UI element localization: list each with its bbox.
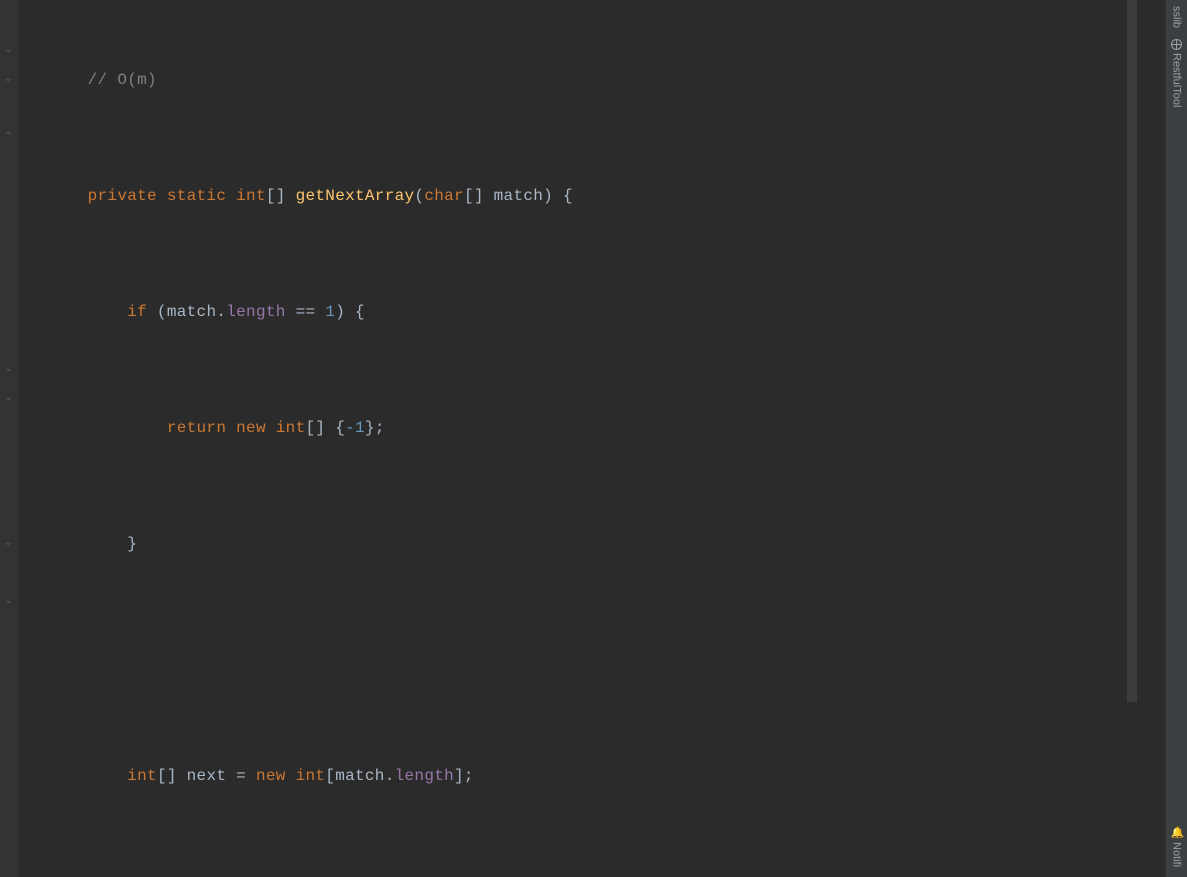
text: [match. xyxy=(325,767,394,785)
fold-marker[interactable]: ⌃ xyxy=(4,133,14,143)
text: (match. xyxy=(147,303,226,321)
semi: ]; xyxy=(454,767,474,785)
editor-wrap: ⌄ ⌄ ⌃ ⌄ ⌄ ⌄ ⌄ // O(m) private static int… xyxy=(0,0,1187,877)
code-line: // O(m) xyxy=(20,66,1165,95)
comment: // O(m) xyxy=(88,71,157,89)
fold-marker[interactable]: ⌄ xyxy=(4,365,14,375)
scrollbar-track[interactable] xyxy=(1125,0,1137,877)
field-length: length xyxy=(395,767,454,785)
brackets: [] { xyxy=(306,419,346,437)
field-length: length xyxy=(226,303,285,321)
tool-label-text: sslib xyxy=(1171,6,1183,28)
keyword-if: if xyxy=(127,303,147,321)
code-line: return new int[] {-1}; xyxy=(20,414,1165,443)
semi: }; xyxy=(365,419,385,437)
code-line-blank xyxy=(20,646,1165,675)
paren: ( xyxy=(414,187,424,205)
tool-label-text: RestfulTool xyxy=(1171,53,1183,107)
keyword-private: private xyxy=(88,187,157,205)
code-line: private static int[] getNextArray(char[]… xyxy=(20,182,1165,211)
type-int: int xyxy=(276,419,306,437)
op: == xyxy=(286,303,326,321)
type-int: int xyxy=(127,767,157,785)
brace: } xyxy=(127,535,137,553)
scrollbar-thumb[interactable] xyxy=(1127,0,1137,702)
keyword-return: return xyxy=(167,419,226,437)
keyword-new: new xyxy=(236,419,266,437)
tool-label-text: Notifi xyxy=(1171,842,1183,867)
code-area[interactable]: // O(m) private static int[] getNextArra… xyxy=(18,0,1165,877)
number: -1 xyxy=(345,419,365,437)
right-tool-panel: sslib RestfulTool 🔔 Notifi xyxy=(1165,0,1187,877)
code-line: int[] next = new int[match.length]; xyxy=(20,762,1165,791)
fold-marker[interactable]: ⌄ xyxy=(4,539,14,549)
brackets: [] xyxy=(266,187,296,205)
code-line: if (match.length == 1) { xyxy=(20,298,1165,327)
brace: ) { xyxy=(335,303,365,321)
method-name: getNextArray xyxy=(296,187,415,205)
keyword-static: static xyxy=(167,187,226,205)
tool-window-sslib[interactable]: sslib xyxy=(1171,4,1183,30)
param-match: match xyxy=(494,187,544,205)
type-int: int xyxy=(296,767,326,785)
fold-marker[interactable]: ⌄ xyxy=(4,75,14,85)
text: [] next = xyxy=(157,767,256,785)
code-line: } xyxy=(20,530,1165,559)
keyword-new: new xyxy=(256,767,286,785)
tool-window-notifications[interactable]: 🔔 Notifi xyxy=(1171,825,1183,869)
tool-window-restfultool[interactable]: RestfulTool xyxy=(1171,36,1183,109)
fold-marker[interactable]: ⌄ xyxy=(4,394,14,404)
paren: ) { xyxy=(543,187,573,205)
type-int: int xyxy=(236,187,266,205)
bell-icon: 🔔 xyxy=(1171,827,1183,839)
fold-marker[interactable]: ⌄ xyxy=(4,46,14,56)
number: 1 xyxy=(325,303,335,321)
type-char: char xyxy=(424,187,464,205)
brackets: [] xyxy=(464,187,494,205)
fold-marker[interactable]: ⌄ xyxy=(4,597,14,607)
gutter: ⌄ ⌄ ⌃ ⌄ ⌄ ⌄ ⌄ xyxy=(0,0,18,877)
